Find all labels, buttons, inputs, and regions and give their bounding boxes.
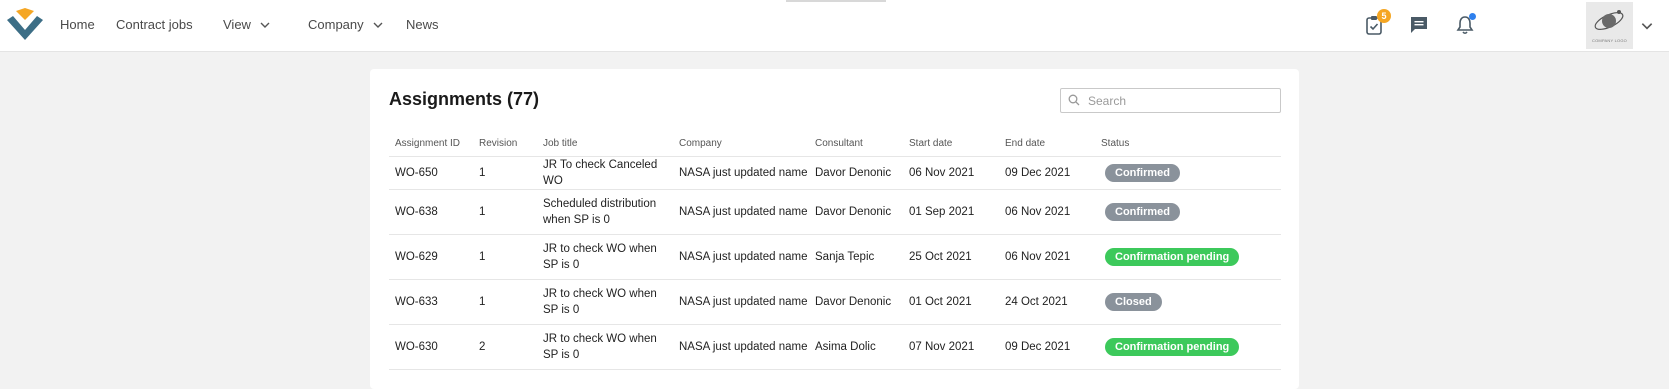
- table-row[interactable]: WO-638 1 Scheduled distribution when SP …: [389, 189, 1281, 235]
- cell-status: Confirmed: [1095, 156, 1281, 190]
- account-chevron-down-icon[interactable]: [1640, 19, 1654, 33]
- cell-company: NASA just updated name: [673, 234, 809, 280]
- cell-consultant: Davor Denonic: [809, 156, 903, 190]
- nav-home[interactable]: Home: [60, 17, 95, 32]
- column-header-end-date[interactable]: End date: [999, 132, 1095, 157]
- cell-assignment-id: WO-633: [389, 279, 473, 325]
- nav-contract-jobs-label: Contract jobs: [116, 17, 193, 32]
- chevron-down-icon: [373, 22, 383, 28]
- cell-start-date: 07 Nov 2021: [903, 324, 999, 370]
- cell-end-date: 06 Nov 2021: [999, 189, 1095, 235]
- nav-contract-jobs[interactable]: Contract jobs: [116, 17, 193, 32]
- column-header-company[interactable]: Company: [673, 132, 809, 157]
- cell-end-date: 09 Dec 2021: [999, 324, 1095, 370]
- cell-job-title: Scheduled distribution when SP is 0: [537, 189, 673, 235]
- cell-start-date: 01 Sep 2021: [903, 189, 999, 235]
- page-title: Assignments (77): [389, 89, 540, 109]
- satellite-logo-icon: [1594, 10, 1624, 30]
- cell-assignment-id: WO-650: [389, 156, 473, 190]
- column-header-revision[interactable]: Revision: [473, 132, 537, 157]
- cell-company: NASA just updated name: [673, 324, 809, 370]
- cell-company: NASA just updated name: [673, 189, 809, 235]
- cell-assignment-id: WO-629: [389, 234, 473, 280]
- loading-indicator: [786, 0, 886, 2]
- cell-revision: 1: [473, 279, 537, 325]
- account-avatar[interactable]: COMPANY LOGO: [1586, 2, 1633, 49]
- chat-icon: [1411, 17, 1427, 33]
- column-header-start-date[interactable]: Start date: [903, 132, 999, 157]
- messages-button[interactable]: [1408, 14, 1430, 36]
- nav-company-label: Company: [308, 17, 364, 32]
- cell-job-title: JR to check WO when SP is 0: [537, 234, 673, 280]
- status-badge: Closed: [1105, 292, 1162, 311]
- cell-consultant: Asima Dolic: [809, 324, 903, 370]
- nav-company-dropdown[interactable]: Company: [308, 17, 384, 32]
- cell-job-title: JR to check WO when SP is 0: [537, 279, 673, 325]
- assignments-card: Assignments (77) Assignment ID Revision …: [370, 69, 1299, 389]
- cell-assignment-id: WO-630: [389, 324, 473, 370]
- cell-assignment-id: WO-638: [389, 189, 473, 235]
- table-row[interactable]: WO-633 1 JR to check WO when SP is 0 NAS…: [389, 279, 1281, 325]
- table-row[interactable]: WO-650 1 JR To check Canceled WO NASA ju…: [389, 156, 1281, 190]
- column-header-consultant[interactable]: Consultant: [809, 132, 903, 157]
- cell-revision: 1: [473, 234, 537, 280]
- nav-home-label: Home: [60, 17, 95, 32]
- search-input[interactable]: [1088, 91, 1274, 110]
- cell-consultant: Davor Denonic: [809, 189, 903, 235]
- assignments-table: Assignment ID Revision Job title Company…: [389, 132, 1281, 370]
- app-logo[interactable]: [5, 8, 47, 44]
- cell-job-title: JR to check WO when SP is 0: [537, 324, 673, 370]
- cell-job-title: JR To check Canceled WO: [537, 156, 673, 190]
- table-row[interactable]: WO-630 2 JR to check WO when SP is 0 NAS…: [389, 324, 1281, 370]
- nav-news-label: News: [406, 17, 439, 32]
- nav-view-dropdown[interactable]: View: [223, 17, 271, 32]
- cell-start-date: 06 Nov 2021: [903, 156, 999, 190]
- column-header-status[interactable]: Status: [1095, 132, 1281, 157]
- notification-dot: [1469, 13, 1476, 20]
- cell-revision: 1: [473, 189, 537, 235]
- top-navigation: Home Contract jobs View Company News 5 C…: [0, 0, 1669, 52]
- table-header-row: Assignment ID Revision Job title Company…: [389, 132, 1281, 157]
- cell-revision: 2: [473, 324, 537, 370]
- cell-consultant: Davor Denonic: [809, 279, 903, 325]
- cell-end-date: 24 Oct 2021: [999, 279, 1095, 325]
- search-box[interactable]: [1060, 88, 1281, 113]
- table-row[interactable]: WO-629 1 JR to check WO when SP is 0 NAS…: [389, 234, 1281, 280]
- cell-start-date: 01 Oct 2021: [903, 279, 999, 325]
- cell-revision: 1: [473, 156, 537, 190]
- tasks-badge: 5: [1377, 9, 1391, 23]
- cell-company: NASA just updated name: [673, 279, 809, 325]
- app-logo-icon: [7, 8, 43, 40]
- nav-news[interactable]: News: [406, 17, 439, 32]
- cell-start-date: 25 Oct 2021: [903, 234, 999, 280]
- cell-status: Closed: [1095, 279, 1281, 325]
- cell-consultant: Sanja Tepic: [809, 234, 903, 280]
- nav-view-label: View: [223, 17, 251, 32]
- cell-end-date: 06 Nov 2021: [999, 234, 1095, 280]
- cell-status: Confirmation pending: [1095, 234, 1281, 280]
- notifications-button[interactable]: [1454, 13, 1476, 36]
- status-badge: Confirmed: [1105, 202, 1180, 221]
- tasks-button[interactable]: 5: [1363, 9, 1391, 36]
- cell-company: NASA just updated name: [673, 156, 809, 190]
- column-header-job-title[interactable]: Job title: [537, 132, 673, 157]
- status-badge: Confirmation pending: [1105, 337, 1240, 356]
- column-header-assignment-id[interactable]: Assignment ID: [389, 132, 473, 157]
- cell-end-date: 09 Dec 2021: [999, 156, 1095, 190]
- chevron-down-icon: [260, 22, 270, 28]
- status-badge: Confirmation pending: [1105, 247, 1240, 266]
- cell-status: Confirmation pending: [1095, 324, 1281, 370]
- status-badge: Confirmed: [1105, 163, 1180, 182]
- company-logo-text: COMPANY LOGO: [1592, 38, 1627, 43]
- search-icon: [1068, 94, 1080, 106]
- cell-status: Confirmed: [1095, 189, 1281, 235]
